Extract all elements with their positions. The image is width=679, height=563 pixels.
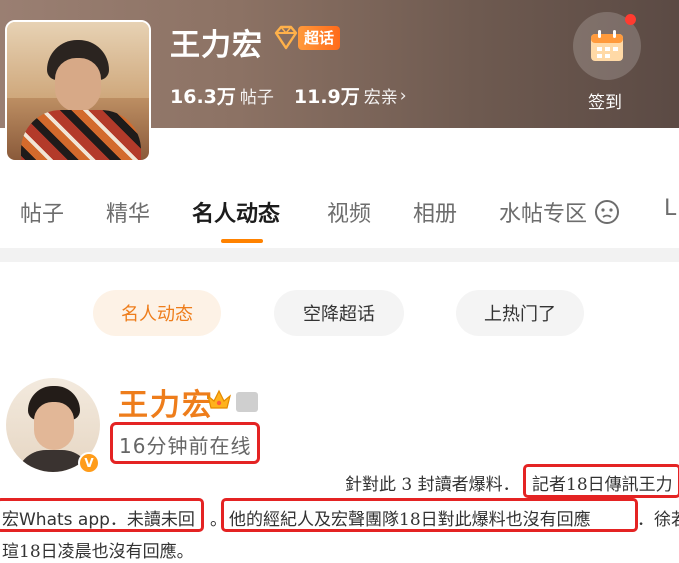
news-line3: 瑄18日凌晨也沒有回應。 [2,542,194,562]
tab-albums[interactable]: 相册 [413,196,457,228]
emoji-face-icon [595,200,620,224]
posts-count: 16.3万 [170,86,236,108]
chip-trending[interactable]: 上热门了 [456,290,584,336]
supertopic-stats[interactable]: 16.3万 帖子 11.9万 宏亲 › [170,82,407,109]
news-line1-prefix: 針對此 3 封讀者爆料． [345,475,520,495]
highlight-box-agent [221,498,638,532]
avatar-face [34,402,74,450]
crown-icon [206,389,232,409]
tab-videos[interactable]: 视频 [327,196,371,228]
member-tag-icon [236,392,258,412]
diamond-icon [274,25,298,50]
tab-more[interactable]: L [664,196,676,221]
tab-bar: 帖子 精华 名人动态 视频 相册 水帖专区 L [0,188,679,244]
posts-label: 帖子 [239,88,274,108]
checkin-label: 签到 [588,93,622,113]
post-author-name[interactable]: 王力宏 [118,380,214,424]
tab-water-posts-label: 水帖专区 [499,202,588,227]
tab-celebrity-updates[interactable]: 名人动态 [192,196,280,228]
badge-label: 超话 [298,26,341,50]
chip-airdrop[interactable]: 空降超话 [274,290,404,336]
fans-count: 11.9万 [293,86,360,108]
highlight-box-reporter [523,464,679,498]
online-status: 16分钟前在线 [119,434,252,458]
active-tab-indicator [221,239,263,243]
highlight-box-whatsapp [0,498,204,532]
avatar-jacket [21,110,141,160]
supertopic-title: 王力宏 [170,28,263,63]
verified-icon: V [78,452,100,474]
news-line2-suffix: ．徐若 [637,510,679,530]
notification-dot [625,14,636,25]
tab-essence[interactable]: 精华 [106,196,150,228]
tab-water-posts[interactable]: 水帖专区 [499,196,620,228]
supertopic-avatar[interactable] [5,20,151,162]
chevron-right-icon: › [399,85,407,106]
tab-posts[interactable]: 帖子 [20,196,64,228]
avatar-face [55,58,101,112]
calendar-icon [591,30,623,61]
section-divider [0,248,679,262]
supertopic-badge: 超话 [272,24,341,52]
chip-celebrity-updates[interactable]: 名人动态 [93,290,221,336]
fans-label: 宏亲 [363,88,398,108]
